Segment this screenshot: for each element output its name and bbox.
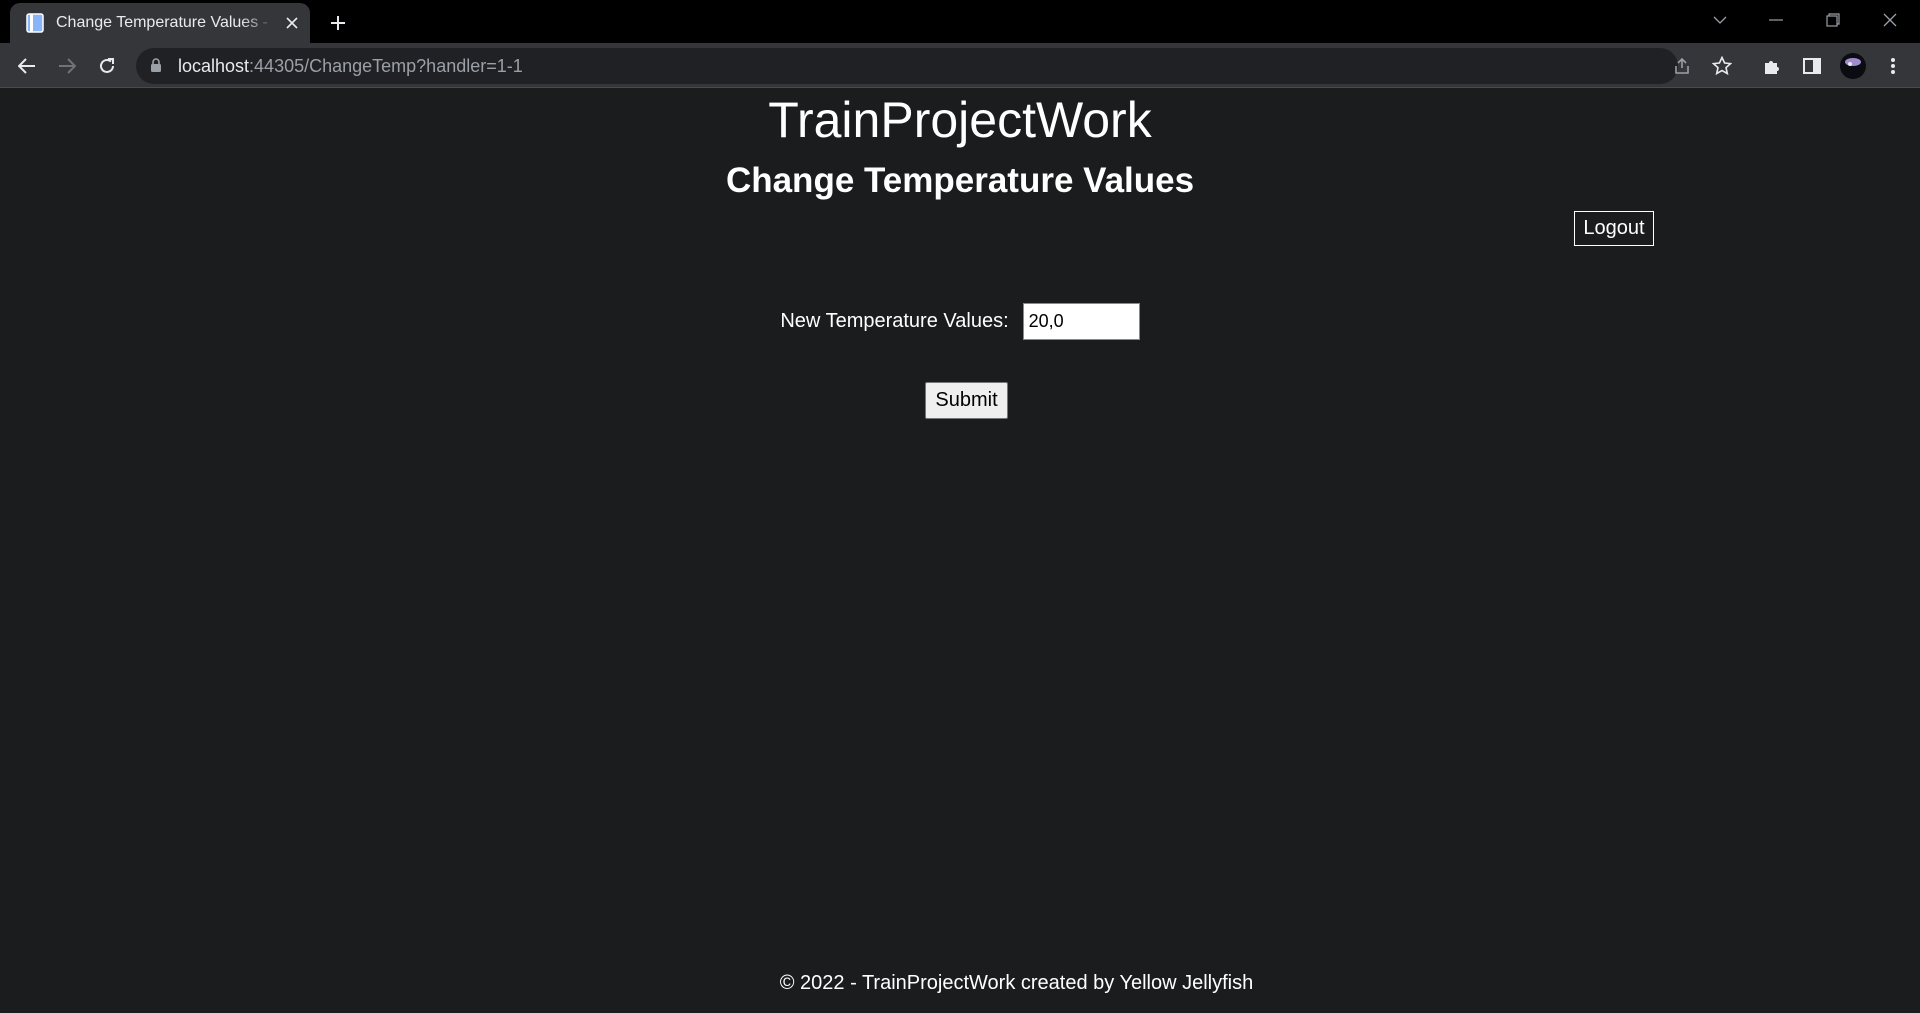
extensions-puzzle-icon[interactable]	[1755, 49, 1789, 83]
close-window-icon[interactable]	[1870, 6, 1910, 34]
forward-arrow-icon[interactable]	[50, 49, 84, 83]
share-icon[interactable]	[1668, 52, 1696, 80]
page-title: Change Temperature Values	[725, 161, 1195, 200]
tab-title: Change Temperature Values - TrainProject…	[56, 14, 274, 31]
profile-avatar[interactable]	[1836, 49, 1870, 83]
page-favicon-icon	[24, 12, 46, 34]
minimize-icon[interactable]	[1756, 6, 1796, 34]
address-bar[interactable]: localhost:44305/ChangeTemp?handler=1-1	[136, 48, 1689, 84]
footer-copyright: © 2022 - TrainProjectWork created by Yel…	[779, 972, 1254, 994]
page-content: TrainProjectWork Change Temperature Valu…	[0, 89, 1920, 1013]
side-panel-icon[interactable]	[1795, 49, 1829, 83]
browser-tab[interactable]: Change Temperature Values - TrainProject…	[10, 3, 310, 43]
url-path: :44305/ChangeTemp?handler=1-1	[249, 56, 523, 76]
url-host: localhost	[178, 56, 250, 76]
tab-search-chevron-icon[interactable]	[1700, 6, 1740, 34]
new-tab-icon[interactable]	[324, 9, 352, 37]
restore-icon[interactable]	[1813, 6, 1853, 34]
url-text[interactable]: localhost:44305/ChangeTemp?handler=1-1	[178, 56, 523, 77]
back-arrow-icon[interactable]	[10, 49, 44, 83]
lock-icon[interactable]	[150, 58, 166, 74]
tab-strip: Change Temperature Values - TrainProject…	[0, 0, 1920, 43]
temperature-label: New Temperature Values:	[780, 310, 1009, 332]
close-tab-icon[interactable]	[282, 13, 302, 33]
site-brand[interactable]: TrainProjectWork	[0, 91, 1920, 149]
temperature-input[interactable]	[1022, 303, 1140, 340]
temperature-form-row: New Temperature Values:	[0, 303, 1920, 340]
submit-button[interactable]: Submit	[925, 382, 1008, 419]
browser-toolbar: localhost:44305/ChangeTemp?handler=1-1	[0, 43, 1920, 88]
bookmark-star-icon[interactable]	[1708, 52, 1736, 80]
reload-icon[interactable]	[90, 49, 124, 83]
logout-button[interactable]: Logout	[1574, 211, 1654, 246]
browser-menu-icon[interactable]	[1876, 49, 1910, 83]
